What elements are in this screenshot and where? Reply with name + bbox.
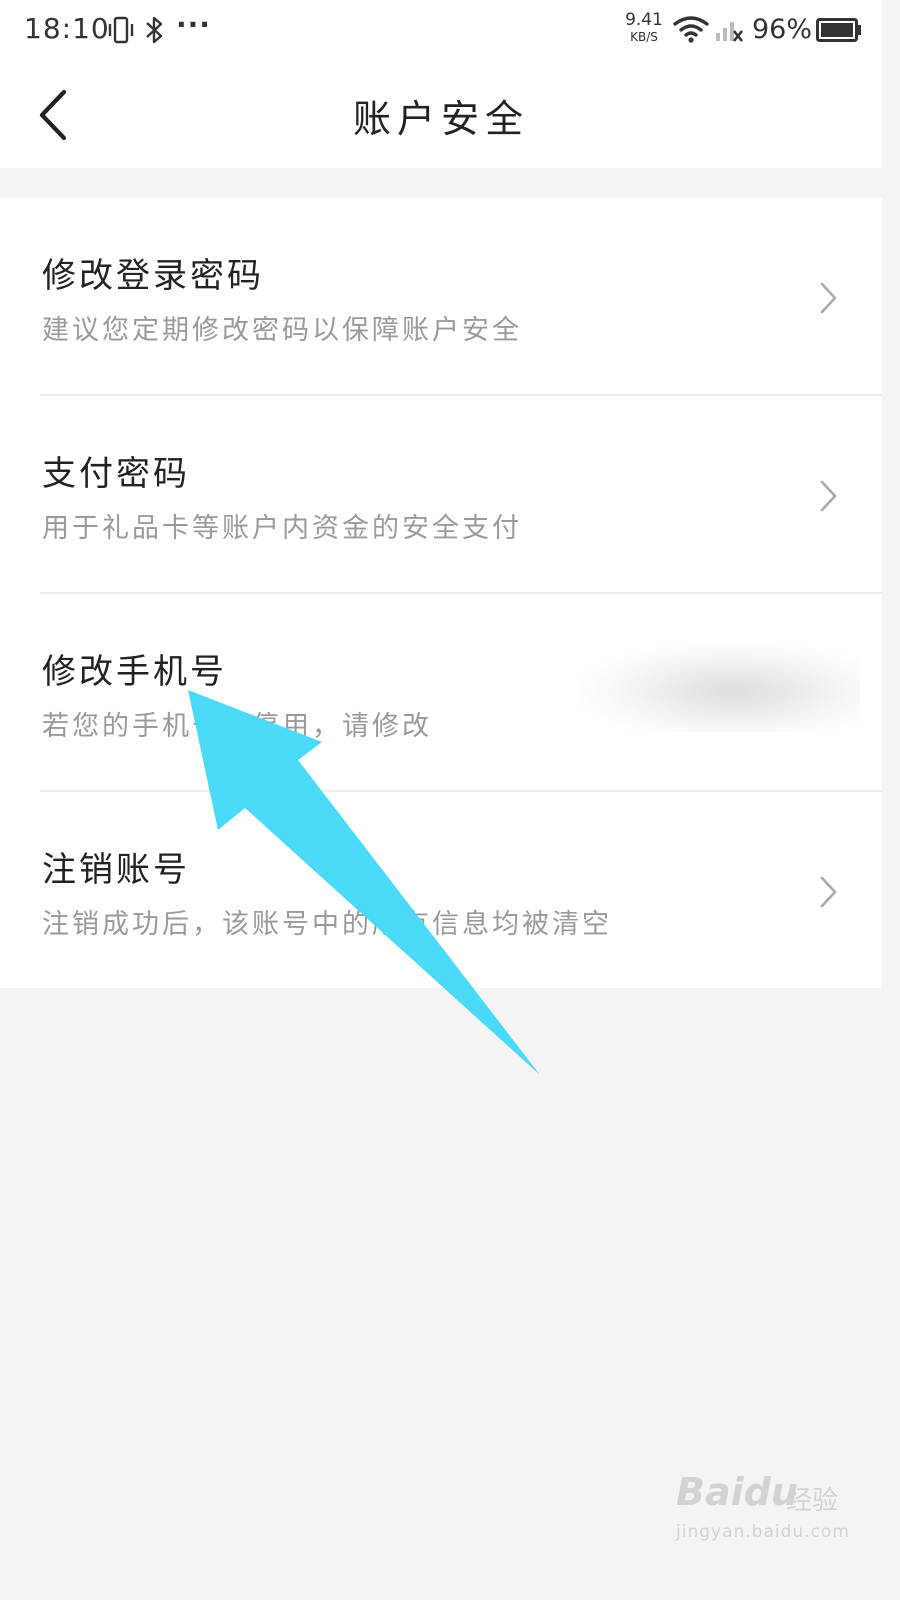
wifi-icon: [673, 16, 709, 43]
chevron-right-icon: [820, 480, 837, 512]
item-subtitle: 用于礼品卡等账户内资金的安全支付: [42, 513, 522, 544]
page-header: 账户安全: [0, 62, 882, 168]
network-speed: 9.41 KB/S: [624, 10, 664, 44]
item-subtitle: 建议您定期修改密码以保障账户安全: [42, 315, 522, 346]
chevron-right-icon: [820, 876, 837, 908]
status-bar: 18:10 ··· 9.41 KB/S 96%: [0, 0, 882, 62]
battery-percent: 96%: [752, 14, 813, 45]
blurred-phone-number: [580, 642, 860, 732]
item-title: 支付密码: [42, 454, 190, 494]
settings-item-change-login-password[interactable]: 修改登录密码 建议您定期修改密码以保障账户安全: [0, 198, 882, 395]
bluetooth-icon: [146, 16, 163, 44]
settings-item-change-phone-number[interactable]: 修改手机号 若您的手机号已停用，请修改: [0, 594, 882, 791]
status-time: 18:10: [24, 12, 110, 45]
watermark-jingyan: 经验: [786, 1486, 839, 1516]
settings-list: 修改登录密码 建议您定期修改密码以保障账户安全 支付密码 用于礼品卡等账户内资金…: [0, 198, 882, 988]
battery-icon: [816, 18, 861, 42]
chevron-right-icon: [820, 282, 837, 314]
network-speed-value: 9.41: [625, 10, 663, 30]
page-title: 账户安全: [352, 97, 529, 141]
settings-item-delete-account[interactable]: 注销账号 注销成功后，该账号中的所有信息均被清空: [0, 792, 882, 989]
more-status-icon: ···: [176, 8, 211, 41]
settings-item-payment-password[interactable]: 支付密码 用于礼品卡等账户内资金的安全支付: [0, 396, 882, 593]
watermark-url: jingyan.baidu.com: [676, 1522, 850, 1542]
signal-icon: [716, 22, 744, 42]
vibrate-icon: [108, 16, 134, 44]
network-speed-unit: KB/S: [630, 30, 658, 44]
item-title: 注销账号: [42, 850, 190, 890]
item-title: 修改手机号: [42, 652, 227, 692]
item-subtitle: 注销成功后，该账号中的所有信息均被清空: [42, 909, 612, 940]
watermark-logo: Baidu: [676, 1470, 798, 1514]
item-title: 修改登录密码: [42, 256, 264, 296]
item-subtitle: 若您的手机号已停用，请修改: [42, 711, 432, 742]
baidu-jingyan-watermark: Baidu 经验 jingyan.baidu.com: [668, 1470, 850, 1550]
